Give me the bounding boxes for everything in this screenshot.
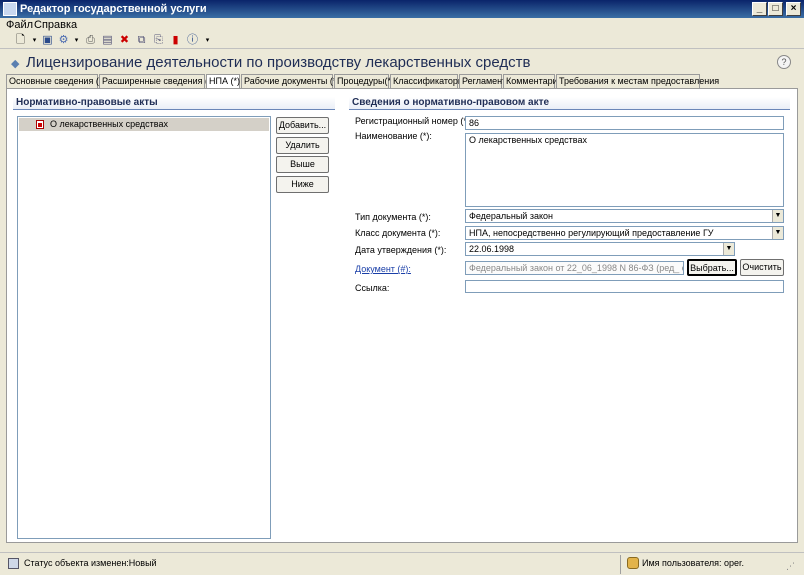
close-button[interactable]: × [786, 2, 801, 16]
status-bar: Статус объекта изменен:Новый Имя пользов… [0, 552, 804, 575]
tab-procedures[interactable]: Процедуры(*) [334, 74, 394, 88]
dropdown-arrow-icon[interactable]: ▾ [28, 34, 41, 47]
user-name: Имя пользователя: oper. [642, 558, 745, 568]
name-textarea[interactable]: О лекарственных средствах [465, 133, 784, 207]
doc-class-select[interactable]: НПА, непосредственно регулирующий предос… [465, 226, 784, 240]
doc-class-label: Класс документа (*): [355, 228, 441, 238]
help-icon[interactable]: ⓘ [186, 34, 199, 47]
npa-tree[interactable]: О лекарственных средствах [17, 116, 271, 539]
doc-type-select[interactable]: Федеральный закон ▼ [465, 209, 784, 223]
document-icon [36, 120, 44, 129]
tab-comments[interactable]: Комментарии [503, 74, 563, 88]
tab-requirements[interactable]: Требования к местам предоставления [556, 74, 719, 88]
tab-classifiers[interactable]: Классификаторы [390, 74, 464, 88]
move-down-button[interactable]: Ниже [276, 176, 329, 193]
settings-icon[interactable]: ⚙ [57, 34, 70, 47]
status-divider [620, 555, 621, 574]
tab-extended-info[interactable]: Расширенные сведения (*) [99, 74, 215, 88]
name-label: Наименование (*): [355, 131, 432, 141]
menu-help[interactable]: Справка [34, 19, 77, 31]
print-icon[interactable]: ⎙ [84, 34, 97, 47]
minimize-button[interactable]: _ [752, 2, 767, 16]
window-title: Редактор государственной услуги [20, 3, 207, 15]
document-link[interactable]: Документ (#): [355, 264, 411, 274]
save-icon[interactable]: ▣ [41, 34, 54, 47]
paste-icon[interactable]: ⎘ [152, 34, 165, 47]
service-header: ◆ Лицензирование деятельности по произво… [0, 50, 804, 74]
copy-icon[interactable]: ⧉ [135, 34, 148, 47]
maximize-button[interactable]: □ [768, 2, 783, 16]
pdf-icon[interactable]: ▮ [169, 34, 182, 47]
chevron-down-icon[interactable]: ▼ [772, 227, 783, 239]
doc-class-value: НПА, непосредственно регулирующий предос… [469, 228, 714, 238]
tab-npa[interactable]: НПА (*) [206, 74, 240, 89]
tab-strip: Основные сведения (*) Расширенные сведен… [6, 74, 800, 89]
delete-icon[interactable]: ✖ [118, 34, 131, 47]
add-button[interactable]: Добавить... [276, 117, 329, 134]
approval-date-picker[interactable]: 22.06.1998 ▼ [465, 242, 735, 256]
reg-number-input[interactable]: 86 [465, 116, 784, 130]
menu-bar: Файл Справка [0, 18, 804, 33]
resize-grip-icon[interactable]: ⋰ [786, 561, 798, 573]
approval-date-value: 22.06.1998 [469, 244, 515, 254]
window-title-bar: Редактор государственной услуги _ □ × [0, 0, 804, 18]
page-title: Лицензирование деятельности по производс… [26, 54, 531, 71]
document-input: Федеральный закон от 22_06_1998 N 86-ФЗ … [465, 261, 684, 275]
dropdown-arrow-icon[interactable]: ▾ [70, 34, 83, 47]
right-panel-header: Сведения о нормативно-правовом акте [349, 97, 790, 110]
toolbar: 🗋 ▾ ▣ ⚙ ▾ ⎙ ▤ ✖ ⧉ ⎘ ▮ ⓘ ▾ [0, 33, 804, 49]
new-document-icon[interactable]: 🗋 [14, 34, 27, 47]
link-label: Ссылка: [355, 283, 390, 293]
delete-button[interactable]: Удалить [276, 137, 329, 154]
doc-type-value: Федеральный закон [469, 211, 553, 221]
user-icon [627, 557, 639, 569]
select-document-button[interactable]: Выбрать... [687, 259, 737, 276]
tree-item-label: О лекарственных средствах [50, 119, 168, 129]
tab-basic-info[interactable]: Основные сведения (*) [6, 74, 105, 88]
save-status-icon [8, 558, 19, 569]
tab-regulation[interactable]: Регламент [459, 74, 506, 88]
right-panel-title: Сведения о нормативно-правовом акте [352, 97, 550, 108]
move-up-button[interactable]: Выше [276, 156, 329, 173]
left-panel-header: Нормативно-правовые акты [13, 97, 335, 110]
left-panel-title: Нормативно-правовые акты [16, 97, 158, 108]
approval-date-label: Дата утверждения (*): [355, 245, 447, 255]
doc-type-label: Тип документа (*): [355, 212, 431, 222]
clear-document-button[interactable]: Очистить [740, 259, 784, 276]
reg-number-label: Регистрационный номер (*): [355, 116, 473, 126]
tree-item[interactable]: О лекарственных средствах [19, 118, 269, 131]
link-input[interactable] [465, 280, 784, 293]
preview-icon[interactable]: ▤ [101, 34, 114, 47]
chevron-down-icon[interactable]: ▼ [772, 210, 783, 222]
chevron-down-icon[interactable]: ▼ [723, 243, 734, 255]
object-status: Статус объекта изменен:Новый [24, 558, 157, 568]
app-icon [3, 2, 17, 16]
tab-work-documents[interactable]: Рабочие документы (*) [241, 74, 339, 88]
service-icon: ◆ [11, 58, 20, 70]
help-icon[interactable]: ? [777, 55, 791, 69]
menu-file[interactable]: Файл [6, 19, 33, 31]
dropdown-arrow-icon[interactable]: ▾ [201, 34, 214, 47]
